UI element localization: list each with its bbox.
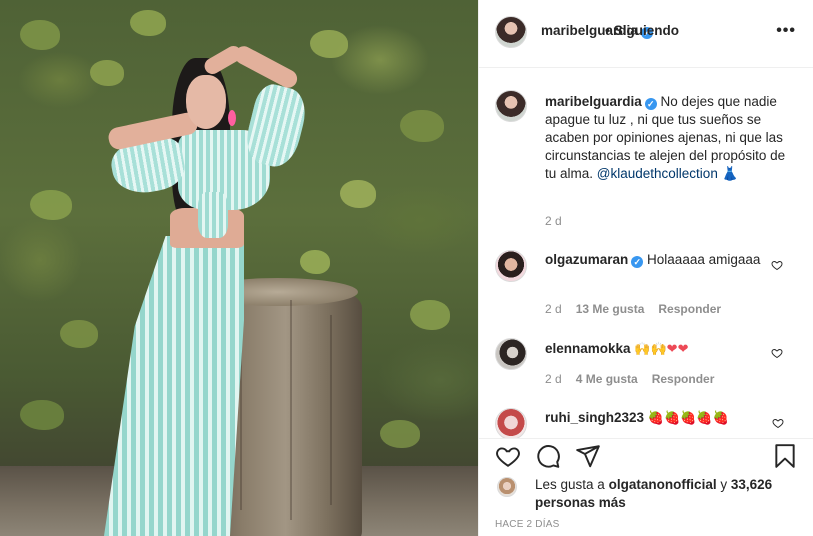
ivy-leaf [60,320,98,348]
comment-avatar[interactable] [495,408,527,438]
comment: olgazumaran ✓ Holaaaaa amigaaa [545,251,775,269]
post-header: maribelguardia ✓ • Siguiendo ••• [479,0,813,68]
more-options-icon[interactable]: ••• [776,22,796,40]
comment-username[interactable]: elennamokka [545,341,631,356]
caption: maribelguardia ✓ No dejes que nadie apagu… [545,93,799,183]
ivy-leaf [340,180,376,208]
comment-username[interactable]: ruhi_singh2323 [545,410,644,425]
follow-status[interactable]: • Siguiendo [605,23,679,38]
woman-forearm-right [201,43,245,77]
comment-username[interactable]: olgazumaran ✓ [545,252,644,268]
ivy-leaf [130,10,166,36]
post-timestamp[interactable]: HACE 2 DÍAS [495,519,559,530]
ivy-leaf [410,300,450,330]
comment-meta: 2 d 13 Me gusta Responder [545,302,721,316]
bark-line [290,300,292,520]
comment-time[interactable]: 2 d [545,302,562,316]
likes-conj: y [720,477,728,492]
comment-likes[interactable]: 4 Me gusta [576,372,638,386]
likes-summary: Les gusta a olgatanonofficial y 33,626 p… [535,476,795,512]
comment-text: Holaaaaa amigaaa [647,252,761,267]
ivy-leaf [90,60,124,86]
comment-like-heart-icon[interactable] [771,347,783,359]
comment: elennamokka 🙌🙌❤❤ [545,340,775,358]
liker-avatar[interactable] [497,477,517,497]
likes-prefix: Les gusta a [535,477,605,492]
verified-badge-icon: ✓ [644,98,657,110]
woman-arm-right [231,43,301,91]
dress-emoji: 👗 [721,166,739,181]
heart-icon[interactable] [495,443,521,469]
ivy-leaf [380,420,420,448]
comment-time[interactable]: 2 d [545,372,562,386]
verified-badge-icon: ✓ [631,256,644,268]
comment: ruhi_singh2323 🍓🍓🍓🍓🍓 [545,409,775,427]
earring [228,110,236,126]
bookmark-icon[interactable] [772,443,798,469]
ivy-leaf [310,30,348,58]
woman-pants [104,236,244,536]
author-avatar[interactable] [495,16,527,48]
share-icon[interactable] [575,443,601,469]
caption-time[interactable]: 2 d [545,214,562,228]
comment-likes[interactable]: 13 Me gusta [576,302,645,316]
comment-like-heart-icon[interactable] [771,259,783,271]
comment-clip: ruhi_singh2323 🍓🍓🍓🍓🍓 [479,400,813,438]
liker-username[interactable]: olgatanonofficial [609,477,717,492]
bark-line [330,315,332,505]
comment-icon[interactable] [535,443,561,469]
reply-button[interactable]: Responder [658,302,721,316]
ivy-leaf [20,400,64,430]
caption-mention[interactable]: @klaudethcollection [597,166,718,181]
separator-dot: • [605,23,610,38]
comment-text: 🍓🍓🍓🍓🍓 [647,410,729,425]
ivy-leaf [20,20,60,50]
woman-top-knot [198,192,228,238]
comment-avatar[interactable] [495,338,527,370]
ivy-leaf [300,250,330,274]
woman-face [186,75,226,129]
ivy-leaf [30,190,72,220]
post-panel: maribelguardia ✓ • Siguiendo ••• maribelgu… [478,0,813,536]
caption-username[interactable]: maribelguardia ✓ [545,94,657,110]
follow-button[interactable]: Siguiendo [614,23,679,38]
woman-sleeve-right [241,80,311,172]
caption-avatar[interactable] [495,90,527,122]
comment-meta: 2 d 4 Me gusta Responder [545,372,714,386]
comment-like-heart-icon[interactable] [772,417,784,429]
comment-text: 🙌🙌❤❤ [634,341,689,356]
post-actions: Les gusta a olgatanonofficial y 33,626 p… [479,438,813,536]
reply-button[interactable]: Responder [652,372,715,386]
ivy-leaf [400,110,444,142]
comment-avatar[interactable] [495,250,527,282]
post-photo[interactable] [0,0,478,536]
